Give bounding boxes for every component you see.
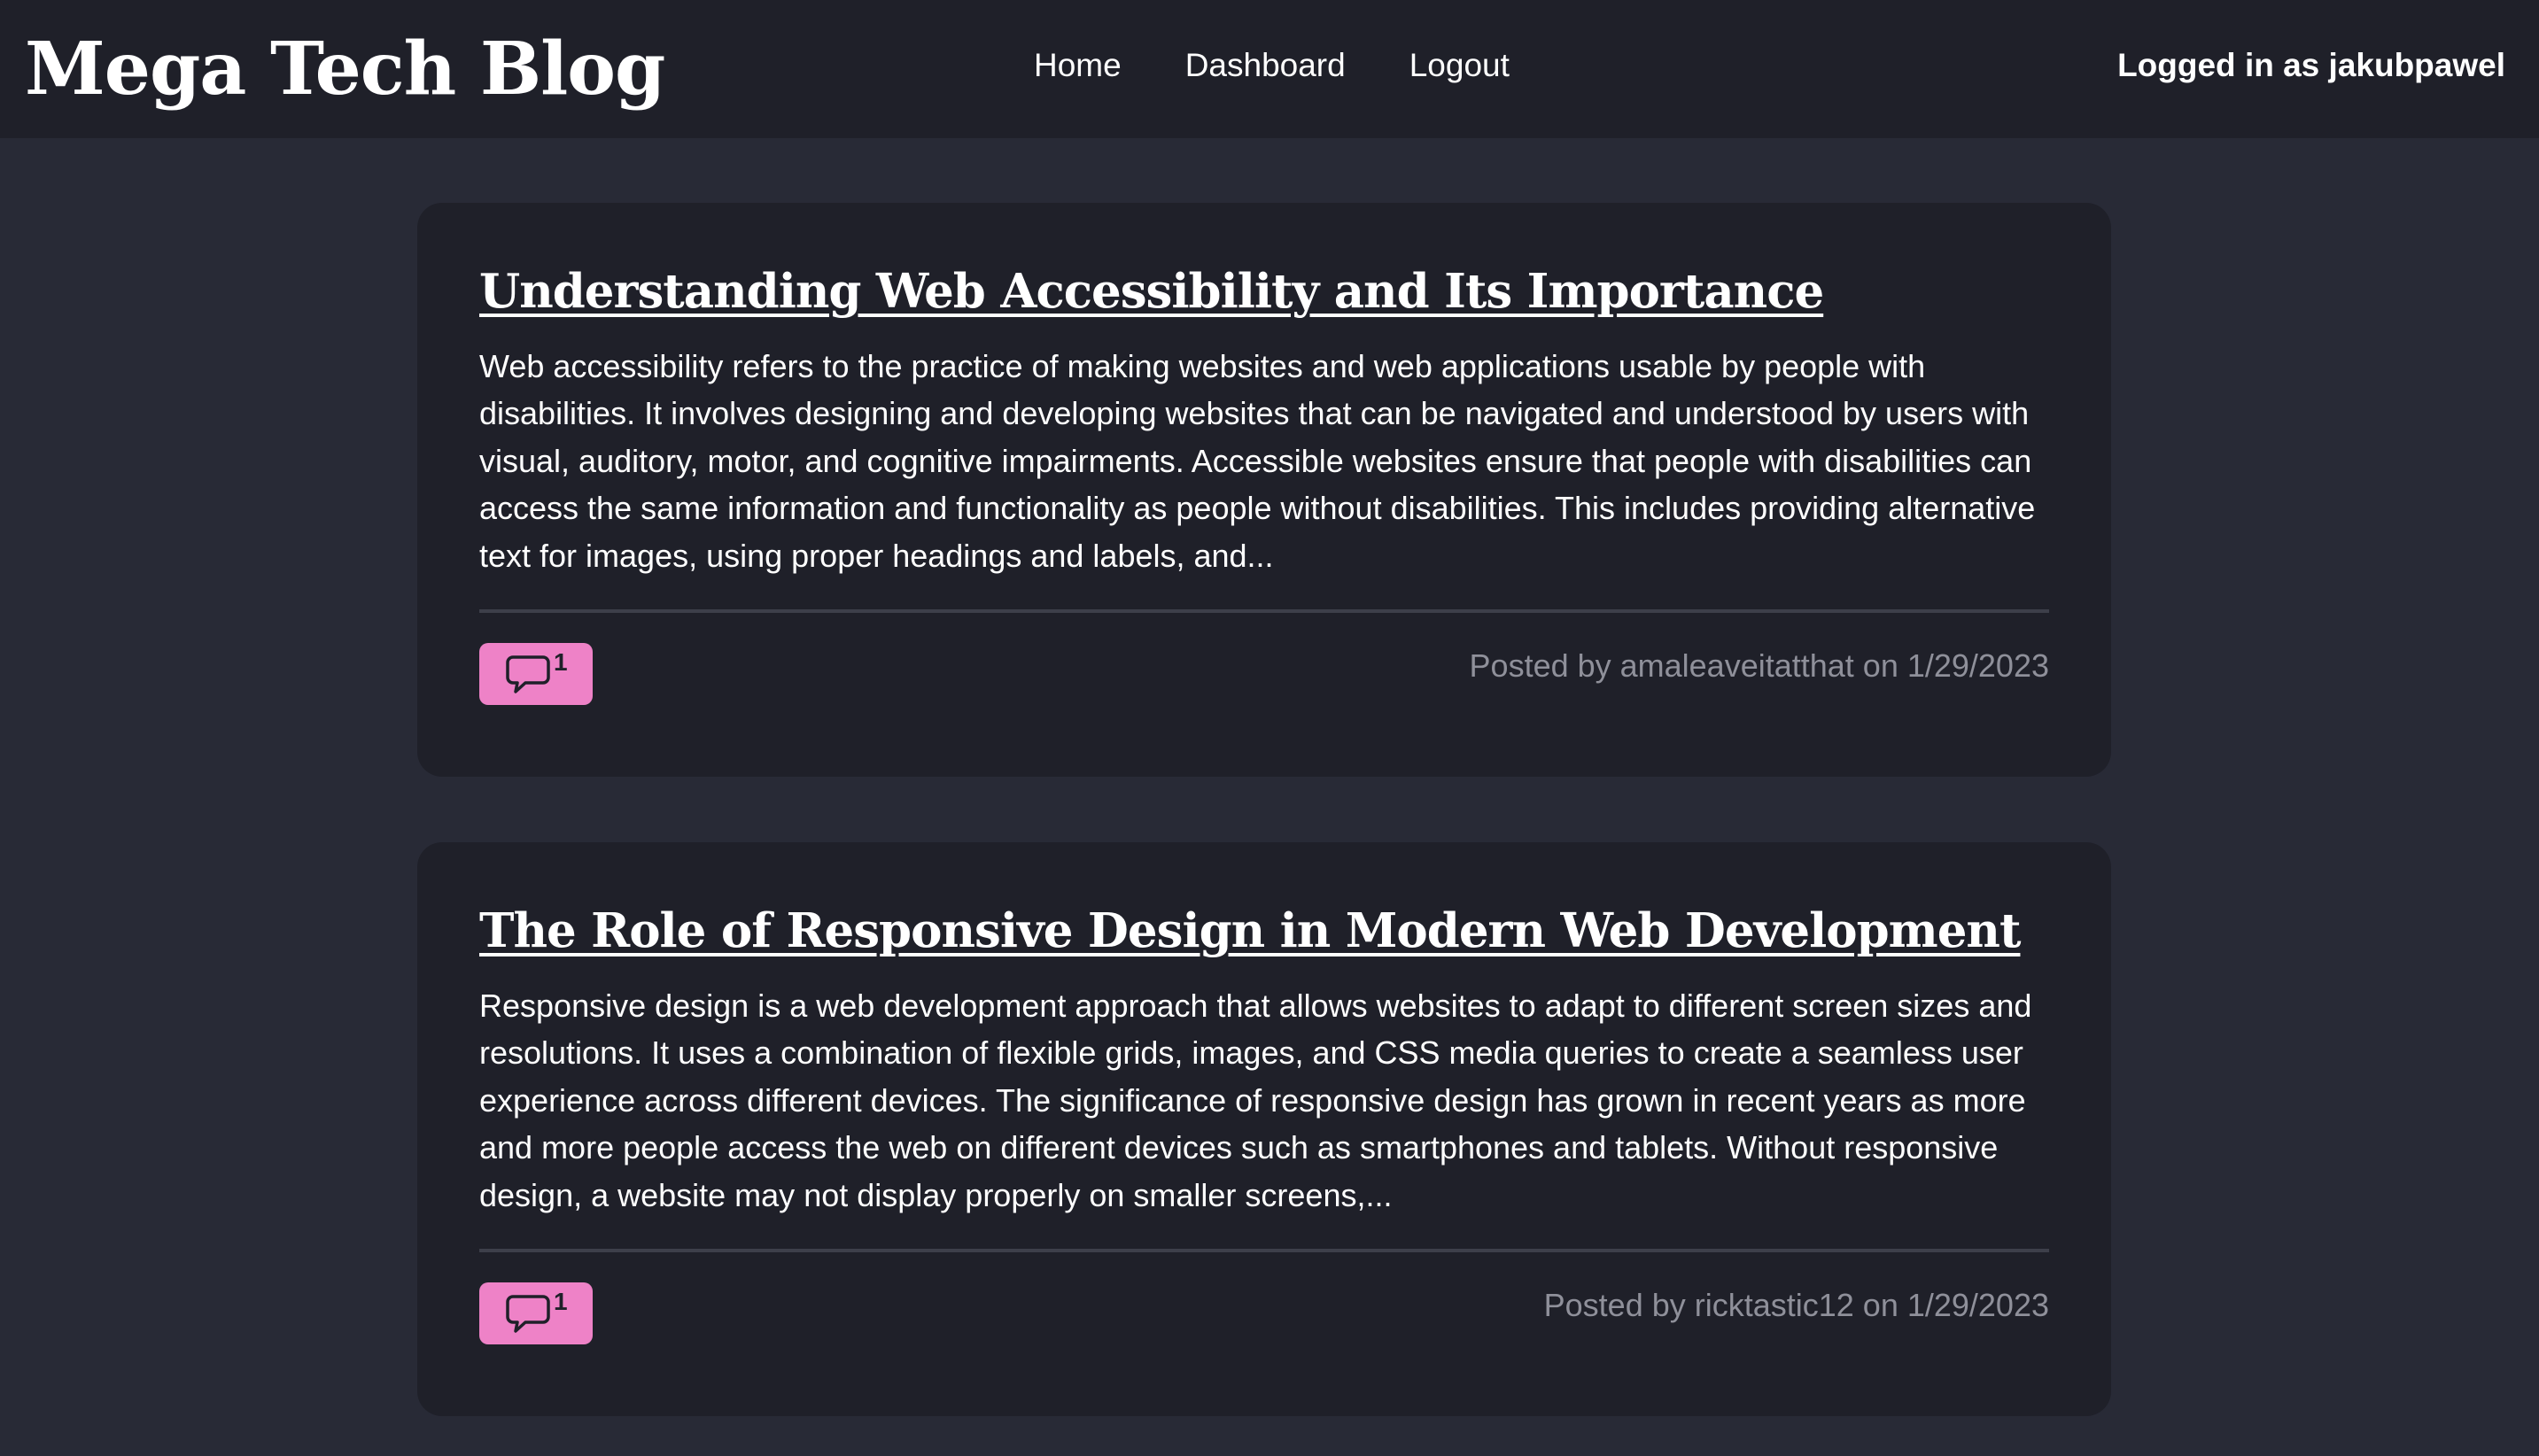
post-card: Understanding Web Accessibility and Its … bbox=[417, 203, 2111, 777]
site-title[interactable]: Mega Tech Blog bbox=[25, 25, 665, 113]
post-title-link[interactable]: Understanding Web Accessibility and Its … bbox=[479, 256, 1824, 327]
post-meta: Posted by amaleaveitatthat on 1/29/2023 bbox=[1469, 647, 2049, 684]
comments-button[interactable]: 1 bbox=[479, 643, 593, 705]
post-divider bbox=[479, 1249, 2049, 1252]
post-excerpt: Responsive design is a web development a… bbox=[479, 987, 2032, 1213]
comment-count: 1 bbox=[554, 648, 568, 676]
post-meta: Posted by ricktastic12 on 1/29/2023 bbox=[1543, 1287, 2049, 1323]
post-title-link[interactable]: The Role of Responsive Design in Modern … bbox=[479, 895, 2021, 966]
comment-count: 1 bbox=[554, 1288, 568, 1315]
post-divider bbox=[479, 609, 2049, 613]
post-card: The Role of Responsive Design in Modern … bbox=[417, 842, 2111, 1416]
post-excerpt: Web accessibility refers to the practice… bbox=[479, 348, 2036, 574]
logged-in-user: Logged in as jakubpawel bbox=[2117, 47, 2505, 83]
speech-bubble-icon bbox=[506, 1295, 550, 1333]
nav-home-link[interactable]: Home bbox=[1034, 43, 1122, 89]
site-header: Mega Tech Blog Home Dashboard Logout Log… bbox=[0, 0, 2539, 138]
nav-logout-link[interactable]: Logout bbox=[1409, 43, 1510, 89]
main-nav: Home Dashboard Logout bbox=[1034, 43, 1510, 89]
nav-dashboard-link[interactable]: Dashboard bbox=[1185, 43, 1346, 89]
comments-button[interactable]: 1 bbox=[479, 1282, 593, 1344]
speech-bubble-icon bbox=[506, 655, 550, 693]
